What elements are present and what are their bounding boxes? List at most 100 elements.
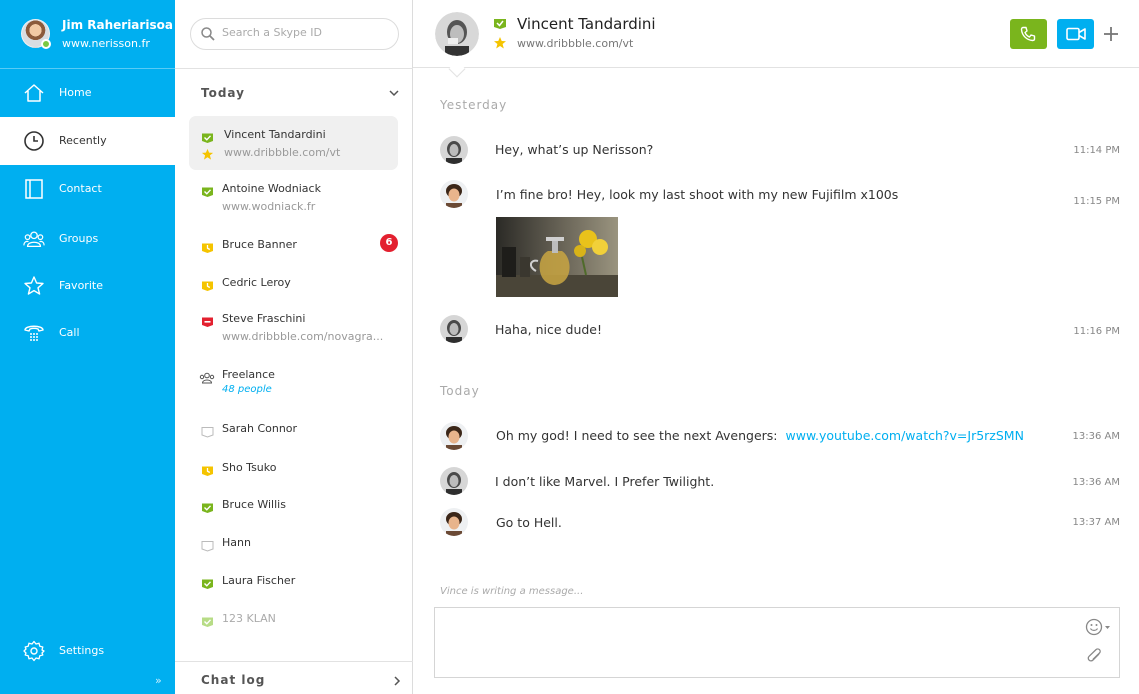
- chat-panel: Vincent Tandardini www.dribbble.com/vt Y…: [413, 0, 1139, 694]
- message-row: Hey, what’s up Nerisson? 11:14 PM: [440, 136, 1120, 166]
- nav-item-contact[interactable]: Contact: [0, 165, 175, 213]
- message-timestamp: 13:36 AM: [1072, 477, 1120, 488]
- attach-file-icon[interactable]: [1087, 648, 1103, 666]
- message-text: Oh my god! I need to see the next Avenge…: [496, 428, 1024, 443]
- contact-name: Antoine Wodniack: [222, 182, 321, 195]
- avatar[interactable]: [440, 136, 468, 164]
- nav-item-home[interactable]: Home: [0, 68, 175, 116]
- message-timestamp: 11:16 PM: [1073, 326, 1120, 337]
- video-camera-icon: [1066, 27, 1086, 41]
- online-status-dot: [41, 39, 51, 49]
- header-pointer: [448, 60, 466, 78]
- favorite-star-icon[interactable]: [493, 36, 507, 50]
- message-text: I’m fine bro! Hey, look my last shoot wi…: [496, 187, 898, 202]
- contact-name: Hann: [222, 536, 251, 549]
- message-row: I don’t like Marvel. I Prefer Twilight. 1…: [440, 467, 1120, 497]
- day-separator-today: Today: [440, 384, 480, 398]
- contact-item[interactable]: Sho Tsuko: [189, 453, 398, 481]
- status-away-icon: [201, 462, 214, 476]
- contact-name: Vincent Tandardini: [224, 128, 326, 141]
- message-body: Haha, nice dude!: [495, 322, 603, 337]
- search-input[interactable]: [222, 26, 392, 39]
- avatar[interactable]: [440, 315, 468, 343]
- message-text: Haha, nice dude!: [495, 322, 602, 337]
- main-navigation: Jim Raheriarisoa www.nerisson.fr Home Re…: [0, 0, 175, 694]
- message-body: Oh my god! I need to see the next Avenge…: [496, 428, 778, 443]
- contact-book-icon: [25, 179, 43, 199]
- message-text: Go to Hell.: [496, 515, 562, 530]
- nav-item-recently[interactable]: Recently: [0, 117, 175, 165]
- message-row: Haha, nice dude! 11:16 PM: [440, 315, 1120, 345]
- message-link[interactable]: www.youtube.com/watch?v=Jr5rzSMN: [786, 428, 1024, 443]
- contact-item[interactable]: Sarah Connor: [189, 414, 398, 442]
- contact-item[interactable]: Cedric Leroy: [189, 268, 398, 296]
- contact-name: Sho Tsuko: [222, 461, 277, 474]
- nav-item-label: Favorite: [59, 279, 103, 292]
- nav-item-label: Settings: [59, 644, 105, 657]
- message-timestamp: 11:14 PM: [1073, 145, 1120, 156]
- chevron-down-icon[interactable]: [389, 88, 399, 98]
- contact-item[interactable]: Laura Fischer: [189, 566, 398, 594]
- avatar[interactable]: [440, 467, 468, 495]
- video-call-button[interactable]: [1057, 19, 1094, 49]
- status-online-icon: [201, 575, 214, 589]
- phone-keypad-icon: [24, 325, 44, 341]
- clock-icon: [24, 131, 44, 151]
- contact-name: 123 KLAN: [222, 612, 276, 625]
- message-input[interactable]: [445, 616, 1065, 671]
- nav-item-call[interactable]: Call: [0, 309, 175, 357]
- section-chat-log-header[interactable]: Chat log: [201, 673, 265, 687]
- section-today-header[interactable]: Today: [201, 86, 245, 100]
- message-body: I don’t like Marvel. I Prefer Twilight.: [495, 474, 715, 489]
- user-name: Jim Raheriarisoa: [62, 18, 173, 32]
- nav-item-favorite[interactable]: Favorite: [0, 262, 175, 310]
- emoji-picker-icon[interactable]: [1085, 618, 1111, 636]
- message-row: Go to Hell. 13:37 AM: [440, 508, 1120, 538]
- contact-name: Bruce Willis: [222, 498, 286, 511]
- message-composer: [434, 607, 1120, 678]
- user-site: www.nerisson.fr: [62, 37, 150, 50]
- contact-item[interactable]: Bruce Banner 6: [189, 230, 398, 258]
- contact-item[interactable]: Hann: [189, 528, 398, 556]
- status-online-icon: [201, 499, 214, 513]
- nav-item-settings[interactable]: Settings: [0, 627, 175, 675]
- contact-item[interactable]: Steve Fraschini www.dribbble.com/novagra.…: [189, 304, 398, 348]
- status-busy-icon: [201, 313, 214, 327]
- groups-icon: [23, 231, 45, 247]
- contact-item[interactable]: Antoine Wodniack www.wodniack.fr: [189, 174, 398, 218]
- message-timestamp: 11:15 PM: [1073, 196, 1120, 207]
- contact-site: www.wodniack.fr: [222, 200, 316, 213]
- status-offline-icon: [201, 537, 214, 552]
- group-icon: [199, 369, 215, 384]
- chevron-right-icon[interactable]: [392, 676, 402, 686]
- contact-item[interactable]: Vincent Tandardini www.dribbble.com/vt: [189, 116, 398, 170]
- message-text: I don’t like Marvel. I Prefer Twilight.: [495, 474, 714, 489]
- group-item[interactable]: Freelance 48 people: [189, 360, 398, 404]
- search-icon: [201, 27, 215, 41]
- contact-site: www.dribbble.com/vt: [224, 146, 341, 159]
- avatar[interactable]: [440, 422, 468, 450]
- divider: [175, 68, 413, 69]
- status-online-icon: [201, 183, 214, 197]
- add-icon[interactable]: [1101, 24, 1121, 44]
- message-body: Hey, what’s up Nerisson?: [495, 142, 654, 157]
- teapot-photo[interactable]: [496, 217, 618, 297]
- typing-indicator: Vince is writing a message...: [440, 586, 584, 597]
- avatar[interactable]: [440, 180, 468, 208]
- chat-header: Vincent Tandardini www.dribbble.com/vt: [413, 0, 1139, 78]
- group-member-count: 48 people: [222, 384, 272, 395]
- star-icon: [24, 276, 44, 295]
- message-row: Oh my god! I need to see the next Avenge…: [440, 422, 1120, 452]
- nav-item-groups[interactable]: Groups: [0, 215, 175, 263]
- audio-call-button[interactable]: [1010, 19, 1047, 49]
- avatar[interactable]: [435, 12, 479, 56]
- avatar[interactable]: [440, 508, 468, 536]
- collapse-sidebar-button[interactable]: »: [155, 674, 162, 687]
- contact-name: Steve Fraschini: [222, 312, 306, 325]
- user-profile[interactable]: Jim Raheriarisoa www.nerisson.fr: [0, 0, 175, 68]
- contact-item[interactable]: Bruce Willis: [189, 490, 398, 518]
- chat-contact-site[interactable]: www.dribbble.com/vt: [517, 37, 633, 50]
- search-box[interactable]: [190, 18, 399, 50]
- contact-item[interactable]: 123 KLAN: [189, 604, 398, 632]
- status-away-icon: [201, 239, 214, 253]
